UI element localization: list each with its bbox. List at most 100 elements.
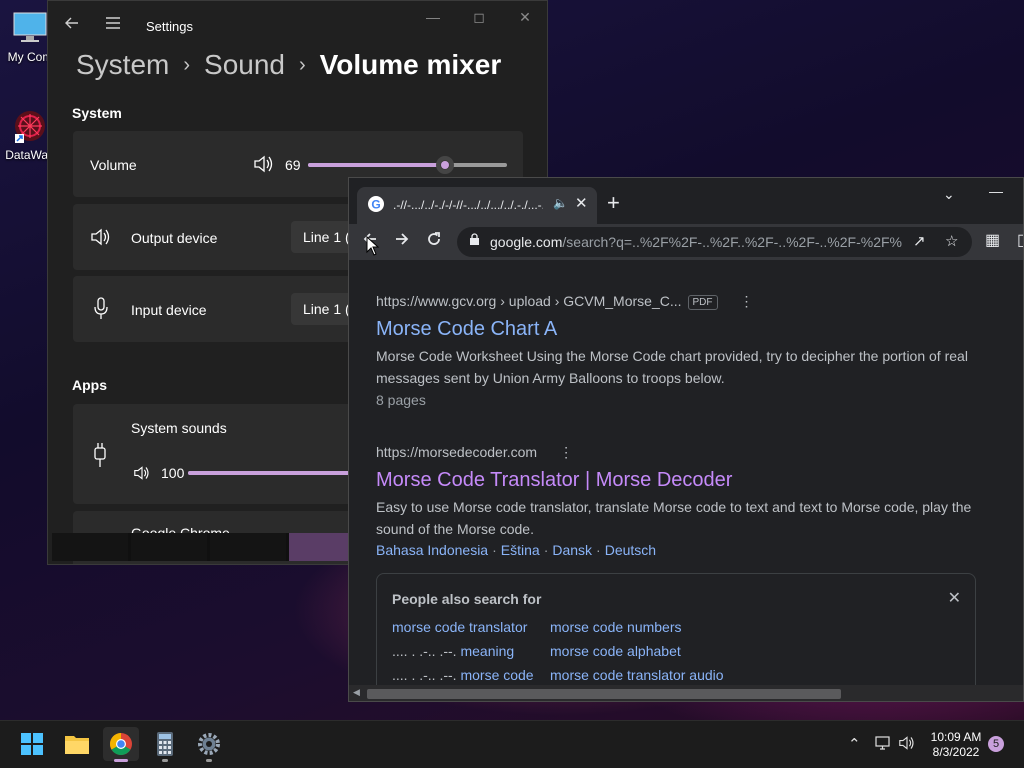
people-also-search-title: People also search for (392, 591, 542, 607)
scroll-left-arrow-icon[interactable]: ◀ (353, 687, 360, 698)
arrow-left-icon (65, 17, 78, 29)
link-text: morse code alphabet (550, 643, 681, 659)
minimize-button[interactable]: — (989, 183, 1003, 199)
search-results: https://www.gcv.org › upload › GCVM_Mors… (349, 260, 1023, 695)
link-text: meaning (460, 643, 515, 659)
running-indicator (162, 759, 168, 762)
chevron-right-icon: › (183, 54, 191, 76)
volume-slider-thumb[interactable] (436, 156, 455, 174)
menu-button[interactable] (101, 11, 125, 35)
taskbar-settings[interactable] (191, 727, 227, 762)
close-icon[interactable]: ✕ (948, 588, 961, 608)
related-search-link[interactable]: morse code alphabet (550, 643, 681, 659)
monitor-icon (12, 10, 48, 46)
link-text: morse code translator (392, 619, 528, 635)
settings-overlay-strip (52, 533, 352, 561)
volume-slider-fill (308, 163, 446, 167)
close-button[interactable]: ✕ (505, 5, 545, 29)
tab-close-icon[interactable]: ✕ (575, 194, 588, 212)
more-options-icon[interactable]: ⋮ (559, 444, 573, 460)
related-search-link[interactable]: morse code translator audio (550, 667, 724, 683)
result-title[interactable]: Morse Code Chart A (376, 318, 557, 341)
url-text[interactable]: google.com/search?q=..%2F%2F-..%2F..%2F-… (490, 234, 902, 250)
url-path: /search?q=..%2F%2F-..%2F..%2F-..%2F-..%2… (562, 234, 902, 250)
more-options-icon[interactable]: ⋮ (740, 293, 754, 309)
start-button[interactable] (14, 727, 50, 761)
taskbar-calculator[interactable] (147, 727, 183, 762)
tab-search-button[interactable]: ⌄ (943, 186, 955, 203)
result-meta: 8 pages (376, 392, 426, 408)
speaker-icon (91, 228, 110, 246)
back-button[interactable] (60, 11, 84, 35)
clock-date: 8/3/2022 (932, 745, 980, 759)
browser-tab[interactable]: G .-//-.../../-./-/-//-.../../.../../.-.… (357, 187, 597, 224)
result-title[interactable]: Morse Code Translator | Morse Decoder (376, 469, 732, 492)
network-icon[interactable] (874, 735, 892, 755)
breadcrumb-sound[interactable]: Sound (204, 49, 285, 80)
pdf-badge: PDF (687, 295, 718, 310)
sitelink[interactable]: Dansk (552, 542, 592, 558)
related-search-link[interactable]: .... . .-.. .--. morse code (392, 667, 534, 683)
reload-button[interactable] (425, 230, 443, 253)
tab-title: .-//-.../../-./-/-//-.../../.../../.-./.… (393, 198, 543, 212)
chevron-up-icon[interactable]: ⌃ (848, 735, 861, 753)
audio-playing-icon[interactable]: 🔈 (553, 196, 568, 210)
overlay-cell (131, 533, 207, 561)
scrollbar-thumb[interactable] (367, 689, 841, 699)
related-search-link[interactable]: morse code numbers (550, 619, 682, 635)
calculator-icon (157, 732, 173, 756)
output-device-label: Output device (131, 230, 218, 246)
sitelink[interactable]: Eština (501, 542, 540, 558)
address-bar[interactable]: google.com/search?q=..%2F%2F-..%2F..%2F-… (457, 227, 972, 257)
window-title: Settings (146, 19, 193, 34)
desktop-icon-label: My Com (7, 50, 53, 64)
breadcrumb: System › Sound › Volume mixer (76, 49, 501, 81)
result-snippet: Morse Code Worksheet Using the Morse Cod… (376, 348, 968, 386)
bookmark-star-icon[interactable]: ☆ (945, 232, 958, 250)
link-text: morse code numbers (550, 619, 682, 635)
link-text: morse code translator audio (550, 667, 724, 683)
settings-titlebar[interactable]: Settings — ◻ ✕ (48, 1, 547, 49)
reload-icon (428, 232, 440, 245)
running-indicator (206, 759, 212, 762)
result-cite[interactable]: https://www.gcv.org › upload › GCVM_Mors… (376, 293, 754, 310)
taskbar-file-explorer[interactable] (59, 727, 95, 761)
maximize-button[interactable]: ◻ (459, 5, 499, 29)
input-device-label: Input device (131, 302, 207, 318)
minimize-button[interactable]: — (413, 5, 453, 29)
result-snippet: Easy to use Morse code translator, trans… (376, 499, 972, 537)
people-also-search-box: People also search for ✕ morse code tran… (376, 573, 976, 695)
sitelink[interactable]: Deutsch (605, 542, 656, 558)
volume-slider[interactable] (308, 156, 507, 174)
side-panel-icon[interactable]: ▯ (1017, 230, 1023, 250)
taskbar-chrome[interactable] (103, 727, 139, 762)
speaker-icon[interactable] (133, 465, 151, 481)
forward-button[interactable] (393, 230, 411, 253)
lock-icon[interactable] (469, 233, 480, 249)
gear-icon (198, 733, 220, 755)
related-search-link[interactable]: morse code translator (392, 619, 527, 635)
active-indicator (114, 759, 128, 762)
result-cite[interactable]: https://morsedecoder.com ⋮ (376, 444, 573, 461)
link-prefix: .... . .-.. .--. (392, 667, 461, 683)
new-tab-button[interactable]: + (607, 190, 620, 216)
google-favicon-icon: G (368, 196, 384, 212)
section-heading-apps: Apps (72, 377, 107, 393)
share-icon[interactable]: ↗ (913, 232, 926, 250)
sitelinks: Bahasa Indonesia · Eština · Dansk · Deutsch (376, 542, 657, 558)
tab-strip[interactable]: G .-//-.../../-./-/-//-.../../.../../.-.… (349, 178, 1023, 224)
related-search-link[interactable]: .... . .-.. .--. meaning (392, 643, 514, 659)
windows-logo-icon (21, 733, 43, 755)
sitelink[interactable]: Bahasa Indonesia (376, 542, 488, 558)
clock[interactable]: 10:09 AM 8/3/2022 (920, 730, 992, 760)
speaker-icon[interactable] (898, 735, 916, 755)
svg-text:G: G (371, 198, 380, 212)
horizontal-scrollbar[interactable]: ◀ (349, 685, 1023, 701)
breadcrumb-system[interactable]: System (76, 49, 169, 80)
overlay-cell (210, 533, 286, 561)
extensions-puzzle-icon[interactable]: ▦ (985, 230, 1000, 250)
microphone-icon (94, 297, 108, 319)
chrome-logo-icon (110, 733, 132, 755)
speaker-icon[interactable] (253, 154, 275, 174)
notification-badge[interactable]: 5 (988, 736, 1004, 752)
